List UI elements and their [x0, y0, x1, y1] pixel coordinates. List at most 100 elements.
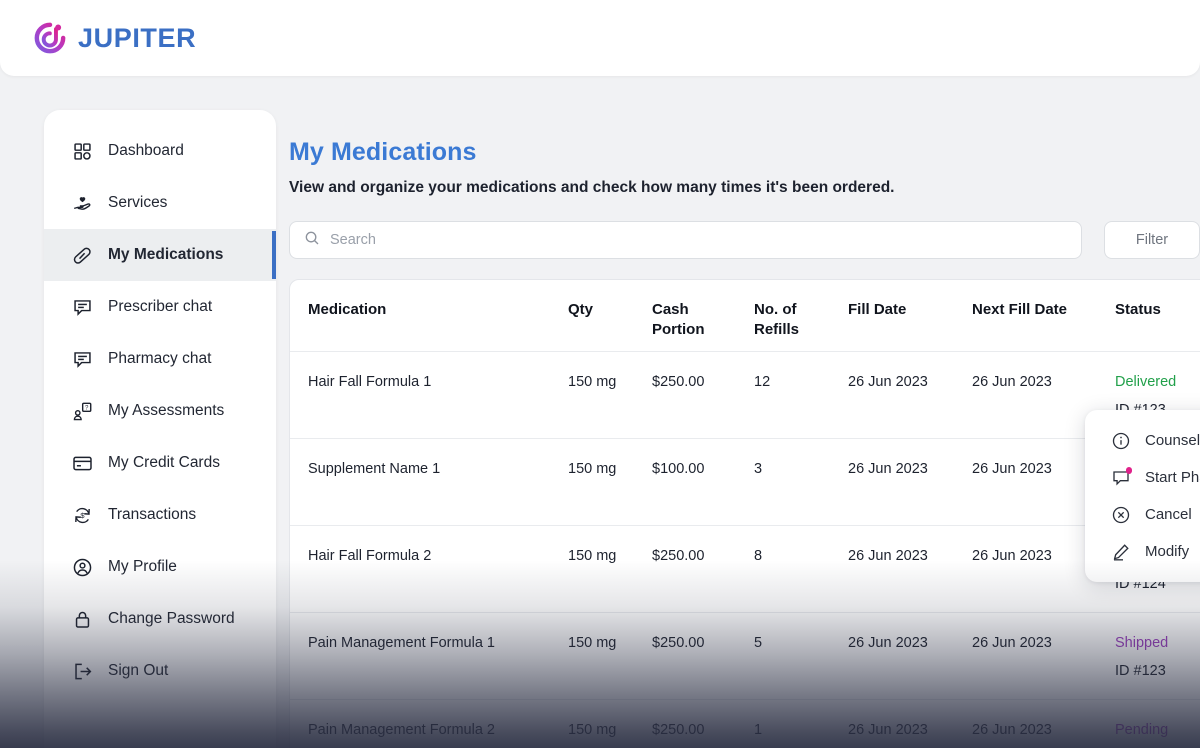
page-subtitle: View and organize your medications and c… [289, 179, 1200, 197]
cell-qty: 150 mg [568, 369, 652, 397]
cell-fill-date: 26 Jun 2023 [848, 369, 972, 397]
person-question-icon: ? [71, 400, 93, 422]
search-icon [304, 230, 320, 251]
column-header-status: Status [1115, 300, 1200, 320]
chat-bubble-lines-icon [71, 296, 93, 318]
brand-logo[interactable]: JUPITER [33, 21, 196, 55]
search-input[interactable] [330, 232, 1067, 248]
cell-qty: 150 mg [568, 543, 652, 571]
lock-icon [71, 608, 93, 630]
cell-refills: 3 [754, 456, 848, 484]
cell-next-fill-date: 26 Jun 2023 [972, 717, 1115, 745]
cell-fill-date: 26 Jun 2023 [848, 630, 972, 658]
sidebar-item-services[interactable]: Services [44, 177, 276, 229]
sidebar-item-sign-out[interactable]: Sign Out [44, 645, 276, 697]
cell-refills: 5 [754, 630, 848, 658]
cell-next-fill-date: 26 Jun 2023 [972, 369, 1115, 397]
cell-qty: 150 mg [568, 456, 652, 484]
cell-status: Shipped ID #123 [1115, 630, 1200, 685]
sidebar-item-prescriber-chat[interactable]: Prescriber chat [44, 281, 276, 333]
app-root: JUPITER Dashboard Services [0, 0, 1200, 748]
medications-table: Medication Qty Cash Portion No. of Refil… [289, 279, 1200, 748]
sidebar-item-label: Services [108, 194, 167, 212]
column-header-refills: No. of Refills [754, 300, 848, 341]
context-menu-item-modify[interactable]: Modify [1085, 533, 1200, 570]
cell-qty: 150 mg [568, 630, 652, 658]
status-badge: Delivered [1115, 374, 1176, 390]
app-header: JUPITER [0, 0, 1200, 76]
context-menu-item-start-pharmacy[interactable]: Start Pharmacy [1085, 459, 1200, 496]
cell-medication: Hair Fall Formula 2 [290, 543, 568, 571]
cell-fill-date: 26 Jun 2023 [848, 456, 972, 484]
column-header-cash-portion: Cash Portion [652, 300, 754, 341]
table-header-row: Medication Qty Cash Portion No. of Refil… [290, 280, 1200, 352]
cell-medication: Supplement Name 1 [290, 456, 568, 484]
table-row[interactable]: Hair Fall Formula 2 150 mg $250.00 8 26 … [290, 526, 1200, 613]
cell-cash: $100.00 [652, 456, 754, 484]
sidebar-item-my-credit-cards[interactable]: My Credit Cards [44, 437, 276, 489]
status-badge: Shipped [1115, 635, 1168, 651]
jupiter-swirl-logo-icon [33, 21, 67, 55]
pill-capsule-icon [71, 244, 93, 266]
table-row[interactable]: Pain Management Formula 2 150 mg $250.00… [290, 700, 1200, 748]
sidebar-item-label: Sign Out [108, 662, 168, 680]
sidebar-item-dashboard[interactable]: Dashboard [44, 125, 276, 177]
order-id: ID #125 [1115, 745, 1200, 748]
cell-status: Pending ID #125 [1115, 717, 1200, 748]
brand-name: JUPITER [78, 23, 196, 54]
svg-text:$: $ [80, 511, 85, 520]
cell-refills: 8 [754, 543, 848, 571]
cell-fill-date: 26 Jun 2023 [848, 717, 972, 745]
x-circle-icon [1110, 504, 1131, 525]
column-header-fill-date: Fill Date [848, 300, 972, 320]
sidebar-item-label: Dashboard [108, 142, 184, 160]
sidebar-item-label: Change Password [108, 610, 235, 628]
sidebar-item-my-medications[interactable]: My Medications [44, 229, 276, 281]
main-content: My Medications View and organize your me… [276, 110, 1200, 748]
search-box[interactable] [289, 221, 1082, 259]
sidebar-item-transactions[interactable]: $ Transactions [44, 489, 276, 541]
sidebar-item-my-profile[interactable]: My Profile [44, 541, 276, 593]
sidebar-item-label: My Profile [108, 558, 177, 576]
cell-cash: $250.00 [652, 543, 754, 571]
order-id: ID #123 [1115, 658, 1200, 686]
cell-fill-date: 26 Jun 2023 [848, 543, 972, 571]
context-menu-item-label: Modify [1145, 543, 1189, 560]
row-actions-context-menu[interactable]: Counsel Start Pharmacy Cancel [1085, 410, 1200, 582]
sidebar-item-label: Prescriber chat [108, 298, 212, 316]
column-header-next-fill-date: Next Fill Date [972, 300, 1115, 320]
sidebar-item-my-assessments[interactable]: ? My Assessments [44, 385, 276, 437]
sidebar-item-label: Transactions [108, 506, 196, 524]
sidebar-item-pharmacy-chat[interactable]: Pharmacy chat [44, 333, 276, 385]
pencil-edit-icon [1110, 541, 1131, 562]
context-menu-item-counsel[interactable]: Counsel [1085, 422, 1200, 459]
context-menu-item-cancel[interactable]: Cancel [1085, 496, 1200, 533]
column-header-qty: Qty [568, 300, 652, 320]
hand-heart-services-icon [71, 192, 93, 214]
notification-dot [1126, 467, 1133, 474]
cell-medication: Hair Fall Formula 1 [290, 369, 568, 397]
filter-button[interactable]: Filter [1104, 221, 1200, 259]
refresh-dollar-icon: $ [71, 504, 93, 526]
context-menu-item-label: Cancel [1145, 506, 1192, 523]
cell-qty: 150 mg [568, 717, 652, 745]
context-menu-item-label: Start Pharmacy [1145, 469, 1200, 486]
user-circle-icon [71, 556, 93, 578]
svg-text:?: ? [84, 404, 88, 411]
table-row[interactable]: Pain Management Formula 1 150 mg $250.00… [290, 613, 1200, 700]
cell-cash: $250.00 [652, 630, 754, 658]
cell-refills: 12 [754, 369, 848, 397]
sign-out-arrow-icon [71, 660, 93, 682]
cell-cash: $250.00 [652, 369, 754, 397]
column-header-cash-line2: Portion [652, 320, 746, 340]
page-title: My Medications [289, 138, 1200, 167]
chat-bubble-icon [1110, 467, 1131, 488]
table-row[interactable]: Supplement Name 1 150 mg $100.00 3 26 Ju… [290, 439, 1200, 526]
sidebar: Dashboard Services My Medications [44, 110, 276, 748]
context-menu-item-label: Counsel [1145, 432, 1200, 449]
table-row[interactable]: Hair Fall Formula 1 150 mg $250.00 12 26… [290, 352, 1200, 439]
sidebar-item-change-password[interactable]: Change Password [44, 593, 276, 645]
sidebar-item-label: My Credit Cards [108, 454, 220, 472]
column-header-refills-line1: No. of [754, 300, 840, 320]
column-header-medication: Medication [290, 300, 568, 320]
